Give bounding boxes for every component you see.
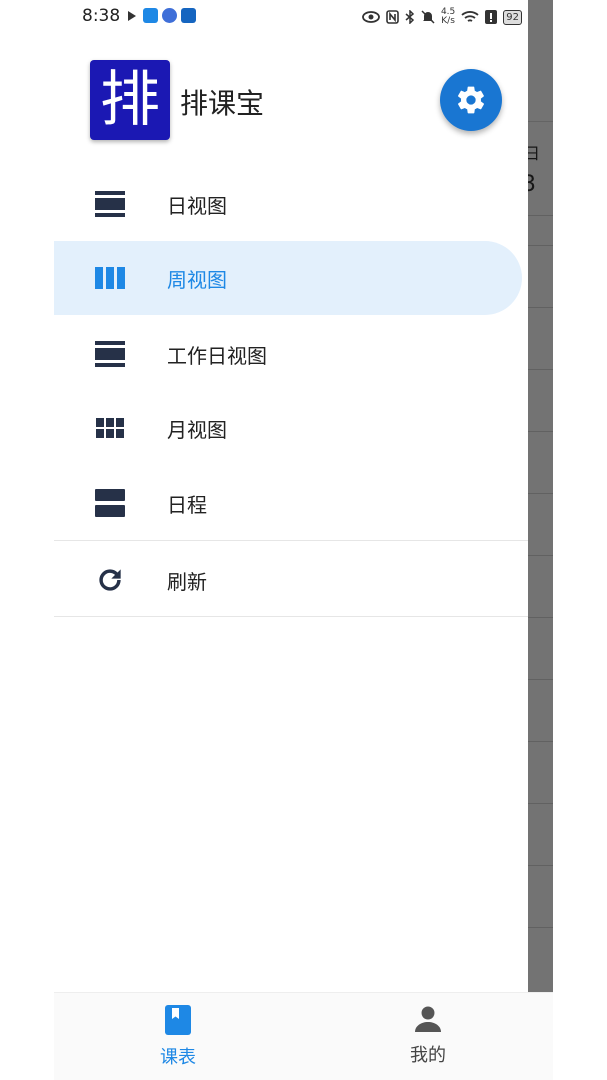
browser-app-icon <box>162 8 177 23</box>
bulb-app-icon <box>181 8 196 23</box>
menu-item-day-view[interactable]: 日视图 <box>54 167 528 241</box>
menu-item-week-view[interactable]: 周视图 <box>54 241 522 315</box>
day-view-icon <box>94 188 126 220</box>
bottom-navigation: 课表 我的 <box>54 992 553 1080</box>
tab-me[interactable]: 我的 <box>368 1005 488 1075</box>
status-notification-icons <box>128 8 196 23</box>
nfc-icon <box>386 10 399 24</box>
mute-bell-icon <box>421 10 435 24</box>
search-app-icon <box>143 8 158 23</box>
phone-screen: | 日 3 8:38 4.5K/s <box>54 0 553 1080</box>
refresh-icon <box>94 564 126 596</box>
menu-item-label: 日视图 <box>167 193 227 218</box>
network-speed-unit: K/s <box>441 16 455 26</box>
month-view-icon <box>94 412 126 444</box>
wifi-icon <box>461 10 479 22</box>
tab-schedule[interactable]: 课表 <box>118 1005 238 1075</box>
status-time: 8:38 <box>82 6 121 26</box>
gear-icon <box>458 86 484 114</box>
play-icon <box>128 10 136 21</box>
menu-item-label: 月视图 <box>167 417 227 442</box>
menu-item-workday-view[interactable]: 工作日视图 <box>54 317 528 391</box>
schedule-icon <box>94 487 126 519</box>
menu-item-schedule[interactable]: 日程 <box>54 466 528 540</box>
alert-icon <box>485 10 498 24</box>
settings-button[interactable] <box>440 69 502 131</box>
workday-view-icon <box>94 338 126 370</box>
menu-divider <box>54 616 528 617</box>
menu-item-refresh[interactable]: 刷新 <box>54 543 528 617</box>
navigation-drawer: 排 排课宝 日视图 周视图 工作日视图 月视图 日程 刷新 <box>54 0 528 992</box>
menu-item-label: 刷新 <box>167 569 207 594</box>
menu-item-label: 日程 <box>167 492 207 517</box>
book-icon <box>165 1005 191 1035</box>
app-name: 排课宝 <box>180 87 265 120</box>
network-speed: 4.5 K/s <box>441 8 455 26</box>
status-bar: 8:38 4.5 K/s 92 <box>54 0 528 34</box>
menu-item-month-view[interactable]: 月视图 <box>54 391 528 465</box>
tab-label: 课表 <box>160 1047 196 1068</box>
menu-item-label: 周视图 <box>167 267 227 292</box>
person-icon <box>415 1006 441 1032</box>
bluetooth-icon <box>405 10 415 24</box>
eye-icon <box>362 11 380 23</box>
app-logo: 排 <box>90 60 170 140</box>
menu-divider <box>54 540 528 541</box>
week-view-icon <box>94 262 126 294</box>
battery-indicator: 92 <box>503 9 522 25</box>
left-margin <box>0 0 54 1080</box>
status-system-icons: 4.5 K/s 92 <box>362 8 522 26</box>
menu-item-label: 工作日视图 <box>167 343 267 368</box>
right-margin <box>553 0 607 1080</box>
tab-label: 我的 <box>410 1045 446 1066</box>
